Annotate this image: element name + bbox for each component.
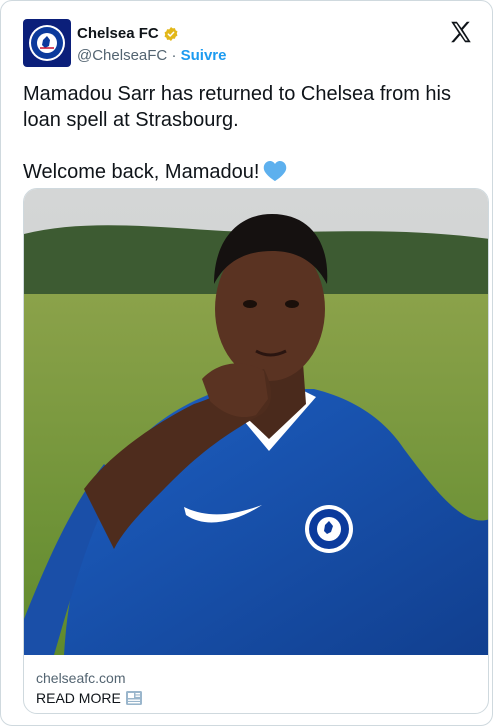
follow-button[interactable]: Suivre [181, 47, 227, 64]
read-more-link[interactable]: READ MORE [36, 690, 143, 706]
tweet-card: Chelsea FC @ChelseaFC · Suivre Mamadou S… [0, 0, 493, 726]
card-domain[interactable]: chelseafc.com [36, 670, 125, 686]
author-handle-row: @ChelseaFC · Suivre [77, 47, 226, 65]
player-photo[interactable] [24, 189, 489, 655]
author-handle[interactable]: @ChelseaFC [77, 47, 167, 64]
link-card[interactable]: chelseafc.com READ MORE [23, 188, 489, 714]
separator: · [171, 47, 177, 64]
author-name-row: Chelsea FC [77, 25, 179, 43]
avatar[interactable] [23, 19, 71, 67]
tweet-line-1: Mamadou Sarr has returned to Chelsea fro… [23, 83, 451, 131]
tweet-line-2: Welcome back, Mamadou! [23, 159, 473, 185]
chelsea-crest-icon [29, 25, 65, 61]
tweet-line-2-text: Welcome back, Mamadou! [23, 161, 260, 183]
x-logo-icon[interactable] [448, 19, 474, 45]
tweet-text: Mamadou Sarr has returned to Chelsea fro… [23, 81, 473, 185]
read-more-label: READ MORE [36, 690, 121, 706]
blue-heart-icon [264, 161, 287, 181]
gold-verified-badge-icon [164, 27, 178, 41]
newspaper-icon [125, 691, 142, 705]
author-name[interactable]: Chelsea FC [77, 25, 159, 43]
